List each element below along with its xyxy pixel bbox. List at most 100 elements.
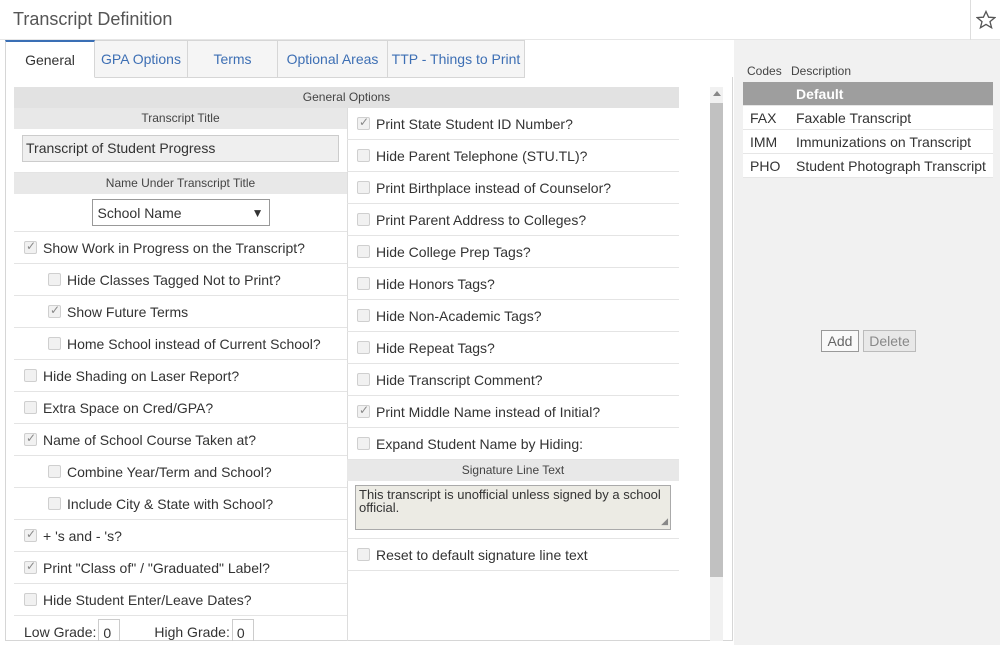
option-label: + 's and - 's? (43, 527, 122, 544)
option-row[interactable]: Print Parent Address to Colleges? (347, 204, 679, 236)
option-row[interactable]: Show Future Terms (14, 296, 347, 328)
code-cell: PHO (750, 157, 781, 174)
table-row[interactable]: PHO Student Photograph Transcript (743, 154, 993, 178)
option-row[interactable]: Hide Honors Tags? (347, 268, 679, 300)
checkbox-icon[interactable] (357, 181, 370, 194)
transcript-title-input[interactable]: Transcript of Student Progress (22, 135, 339, 162)
option-row[interactable]: Print State Student ID Number? (347, 108, 679, 140)
option-label: Hide Student Enter/Leave Dates? (43, 591, 252, 608)
checkbox-checked-icon[interactable] (24, 559, 37, 574)
option-row[interactable]: Hide College Prep Tags? (347, 236, 679, 268)
option-row[interactable]: Show Work in Progress on the Transcript? (14, 232, 347, 264)
option-label: Hide Honors Tags? (376, 275, 495, 292)
option-label: Hide Transcript Comment? (376, 371, 543, 388)
option-row[interactable]: + 's and - 's? (14, 520, 347, 552)
option-row[interactable]: Hide Shading on Laser Report? (14, 360, 347, 392)
low-grade-input[interactable]: 0 (98, 619, 121, 641)
checkbox-icon[interactable] (357, 341, 370, 354)
description-cell: Default (796, 85, 844, 102)
resize-grip-icon[interactable]: ◢ (661, 515, 668, 528)
option-row[interactable]: Hide Parent Telephone (STU.TL)? (347, 140, 679, 172)
section-header: General Options (14, 87, 679, 108)
low-grade-label: Low Grade: (24, 624, 97, 640)
table-row[interactable]: Default (743, 82, 993, 106)
scrollbar-thumb[interactable] (710, 103, 723, 577)
option-label: Print Parent Address to Colleges? (376, 211, 587, 228)
tab-gpa-options[interactable]: GPA Options (95, 40, 188, 78)
signature-textarea[interactable]: This transcript is unofficial unless sig… (355, 485, 671, 530)
checkbox-icon[interactable] (357, 213, 370, 226)
tab-general[interactable]: General (5, 40, 95, 78)
checkbox-checked-icon[interactable] (48, 303, 61, 318)
option-row[interactable]: Name of School Course Taken at? (14, 424, 347, 456)
option-row[interactable]: Hide Repeat Tags? (347, 332, 679, 364)
option-label: Print Middle Name instead of Initial? (376, 403, 601, 420)
checkbox-icon[interactable] (48, 465, 61, 478)
checkbox-checked-icon[interactable] (24, 239, 37, 254)
left-column: Transcript Title Transcript of Student P… (14, 108, 347, 641)
checkbox-icon[interactable] (48, 273, 61, 286)
codes-table-header: Codes Description (743, 60, 993, 82)
option-row[interactable]: Print "Class of" / "Graduated" Label? (14, 552, 347, 584)
option-label: Hide Non-Academic Tags? (376, 307, 542, 324)
option-row[interactable]: Print Birthplace instead of Counselor? (347, 172, 679, 204)
option-label: Name of School Course Taken at? (43, 431, 256, 448)
general-options-panel: General Options Transcript Title Transcr… (14, 87, 679, 641)
option-row[interactable]: Print Middle Name instead of Initial? (347, 396, 679, 428)
transcript-title-wrap: Transcript of Student Progress (14, 135, 347, 173)
transcript-title-label: Transcript Title (14, 108, 347, 129)
checkbox-icon[interactable] (357, 245, 370, 258)
checkbox-icon[interactable] (357, 548, 370, 561)
checkbox-icon[interactable] (48, 337, 61, 350)
checkbox-checked-icon[interactable] (24, 431, 37, 446)
option-row[interactable]: Include City & State with School? (14, 488, 347, 520)
option-row[interactable]: Hide Transcript Comment? (347, 364, 679, 396)
name-under-title-label: Name Under Transcript Title (14, 173, 347, 194)
checkbox-checked-icon[interactable] (357, 403, 370, 418)
checkbox-icon[interactable] (357, 149, 370, 162)
option-row[interactable]: Expand Student Name by Hiding: (347, 428, 679, 460)
option-label: Hide College Prep Tags? (376, 243, 531, 260)
option-row[interactable]: Reset to default signature line text (347, 539, 679, 571)
option-label: Hide Classes Tagged Not to Print? (67, 271, 281, 288)
tab-optional-areas[interactable]: Optional Areas (278, 40, 388, 78)
tab-ttp[interactable]: TTP - Things to Print (388, 40, 525, 78)
checkbox-icon[interactable] (357, 373, 370, 386)
option-label: Print "Class of" / "Graduated" Label? (43, 559, 270, 576)
col-description-header: Description (791, 64, 852, 78)
checkbox-checked-icon[interactable] (357, 115, 370, 130)
option-label: Hide Repeat Tags? (376, 339, 495, 356)
checkbox-icon[interactable] (24, 369, 37, 382)
option-label: Show Work in Progress on the Transcript? (43, 239, 305, 256)
table-row[interactable]: IMM Immunizations on Transcript (743, 130, 993, 154)
grade-range-row: Low Grade: 0 High Grade: 0 (14, 616, 347, 641)
high-grade-input[interactable]: 0 (231, 619, 254, 641)
high-grade-label: High Grade: (154, 624, 230, 640)
option-row[interactable]: Hide Classes Tagged Not to Print? (14, 264, 347, 296)
add-button[interactable]: Add (821, 330, 859, 352)
scroll-up-arrow-icon[interactable] (713, 91, 721, 96)
tab-terms[interactable]: Terms (188, 40, 278, 78)
name-under-title-select[interactable]: School Name ▼ (91, 199, 270, 226)
option-label: Show Future Terms (67, 303, 189, 320)
option-row[interactable]: Hide Non-Academic Tags? (347, 300, 679, 332)
delete-button[interactable]: Delete (863, 330, 916, 352)
checkbox-icon[interactable] (24, 401, 37, 414)
option-row[interactable]: Hide Student Enter/Leave Dates? (14, 584, 347, 616)
checkbox-icon[interactable] (357, 277, 370, 290)
checkbox-icon[interactable] (24, 593, 37, 606)
vertical-scrollbar[interactable] (710, 87, 723, 641)
checkbox-checked-icon[interactable] (24, 527, 37, 542)
favorite-star-icon[interactable] (970, 0, 1000, 40)
col-codes-header: Codes (747, 64, 782, 78)
option-row[interactable]: Home School instead of Current School? (14, 328, 347, 360)
checkbox-icon[interactable] (357, 437, 370, 450)
option-label: Print Birthplace instead of Counselor? (376, 179, 612, 196)
checkbox-icon[interactable] (48, 497, 61, 510)
code-cell: FAX (750, 109, 777, 126)
option-row[interactable]: Combine Year/Term and School? (14, 456, 347, 488)
checkbox-icon[interactable] (357, 309, 370, 322)
page: Transcript Definition General GPA Option… (0, 0, 1000, 645)
table-row[interactable]: FAX Faxable Transcript (743, 106, 993, 130)
option-row[interactable]: Extra Space on Cred/GPA? (14, 392, 347, 424)
